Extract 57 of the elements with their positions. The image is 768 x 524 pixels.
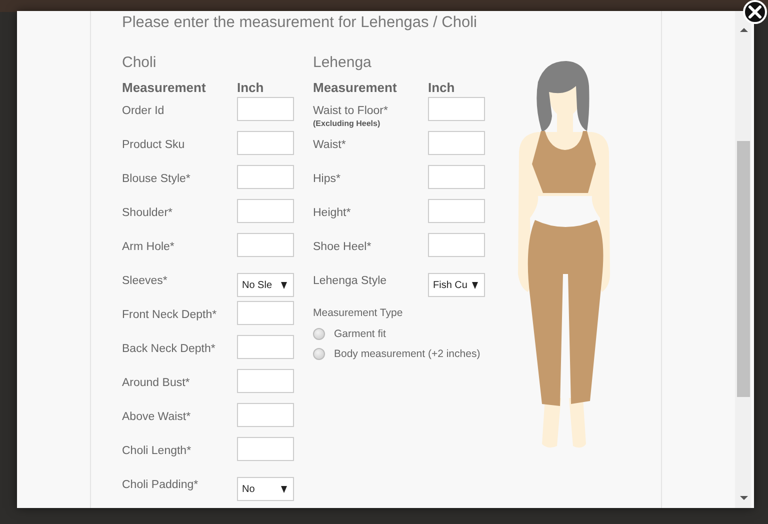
measurement-input[interactable] bbox=[237, 369, 294, 393]
measurement-type-label: Measurement Type bbox=[313, 306, 404, 320]
field-note: (Excluding Heels) bbox=[313, 118, 382, 130]
field-label: Choli Padding* bbox=[122, 478, 200, 492]
measurement-input[interactable] bbox=[428, 199, 485, 223]
close-icon bbox=[748, 5, 762, 19]
measurement-input[interactable] bbox=[237, 301, 294, 325]
field-label: Order Id bbox=[122, 104, 166, 118]
measurement-input[interactable] bbox=[237, 437, 294, 461]
section-heading: Lehenga bbox=[313, 54, 372, 72]
field-label: Sleeves* bbox=[122, 274, 168, 288]
field-label: Product Sku bbox=[122, 138, 186, 152]
column-header: Inch bbox=[237, 80, 264, 97]
field-label: Lehenga Style bbox=[313, 274, 388, 288]
scrollbar[interactable] bbox=[735, 11, 751, 508]
measurement-input[interactable] bbox=[428, 131, 485, 155]
radio-button[interactable] bbox=[313, 328, 325, 340]
section-heading: Choli bbox=[122, 54, 158, 72]
measurement-input[interactable] bbox=[237, 97, 294, 121]
field-label: Waist* bbox=[313, 138, 347, 152]
field-label: Shoulder* bbox=[122, 206, 174, 220]
dialog-title: Please enter the measurement for Lehengas / Choli bbox=[122, 13, 478, 33]
measurement-input[interactable] bbox=[428, 97, 485, 121]
field-label: Waist to Floor* bbox=[313, 104, 389, 118]
radio-label: Body measurement (+2 inches) bbox=[334, 348, 480, 360]
measurement-input[interactable] bbox=[237, 199, 294, 223]
scroll-down-icon[interactable] bbox=[740, 496, 748, 500]
style-select[interactable]: Fish Cu bbox=[428, 273, 485, 297]
caret-icon bbox=[472, 282, 478, 288]
scroll-up-icon[interactable] bbox=[740, 28, 748, 32]
caret-icon bbox=[281, 282, 287, 288]
measurement-input[interactable] bbox=[428, 165, 485, 189]
field-label: Around Bust* bbox=[122, 376, 191, 390]
measurement-input[interactable] bbox=[237, 233, 294, 257]
field-label: Height* bbox=[313, 206, 352, 220]
column-header: Inch bbox=[428, 80, 455, 97]
field-label: Choli Length* bbox=[122, 444, 192, 458]
measurement-input[interactable] bbox=[237, 131, 294, 155]
style-select[interactable]: No Sle bbox=[237, 273, 294, 297]
style-select[interactable]: No bbox=[237, 477, 294, 501]
caret-icon bbox=[281, 486, 287, 492]
measurement-input[interactable] bbox=[237, 165, 294, 189]
field-label: Back Neck Depth* bbox=[122, 342, 216, 356]
field-label: Arm Hole* bbox=[122, 240, 176, 254]
measurement-input[interactable] bbox=[237, 335, 294, 359]
field-label: Hips* bbox=[313, 172, 342, 186]
column-header: Measurement bbox=[313, 80, 398, 97]
measurement-input[interactable] bbox=[428, 233, 485, 257]
field-label: Front Neck Depth* bbox=[122, 308, 218, 322]
field-label: Blouse Style* bbox=[122, 172, 192, 186]
measurement-input[interactable] bbox=[237, 403, 294, 427]
field-label: Shoe Heel* bbox=[313, 240, 372, 254]
scrollbar-thumb[interactable] bbox=[737, 141, 750, 397]
radio-button[interactable] bbox=[313, 348, 325, 360]
field-label: Above Waist* bbox=[122, 410, 192, 424]
column-header: Measurement bbox=[122, 80, 207, 97]
radio-label: Garment fit bbox=[334, 328, 386, 340]
